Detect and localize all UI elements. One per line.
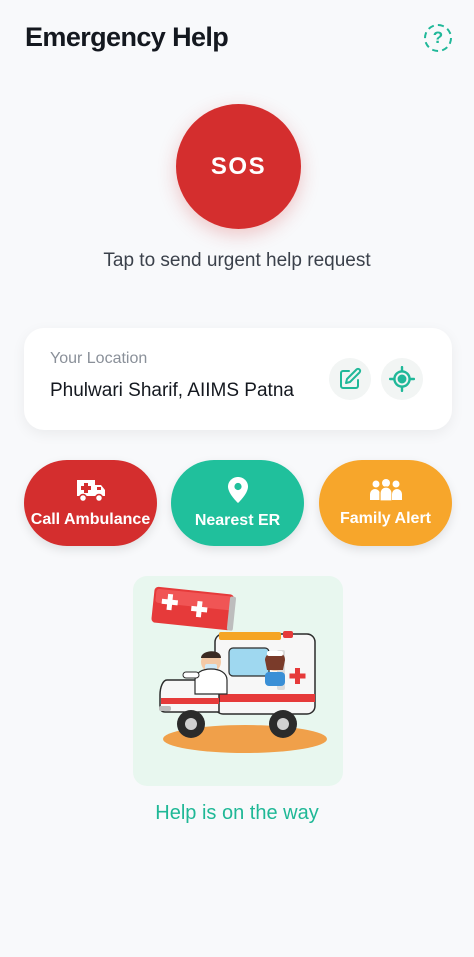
- call-ambulance-button[interactable]: Call Ambulance: [24, 460, 157, 546]
- ambulance-illustration: [133, 576, 343, 786]
- people-group-icon: [369, 479, 402, 502]
- pencil-edit-icon: [340, 367, 362, 389]
- help-on-the-way-caption: Help is on the way: [155, 802, 319, 824]
- location-value: Phulwari Sharif, AIIMS Patna: [50, 380, 294, 401]
- ambulance-icon: [76, 480, 105, 503]
- nearest-er-label: Nearest ER: [194, 512, 281, 529]
- family-alert-label: Family Alert: [340, 510, 431, 527]
- map-pin-icon: [227, 477, 248, 503]
- sos-button[interactable]: SOS: [176, 104, 301, 229]
- page-title: Emergency Help: [25, 22, 229, 52]
- call-ambulance-label: Call Ambulance: [30, 511, 151, 528]
- locate-me-button[interactable]: [381, 358, 423, 400]
- help-button[interactable]: ?: [424, 24, 452, 52]
- edit-location-button[interactable]: [329, 358, 371, 400]
- nearest-er-button[interactable]: Nearest ER: [171, 460, 304, 546]
- sos-caption: Tap to send urgent help request: [103, 250, 371, 271]
- family-alert-button[interactable]: Family Alert: [319, 460, 452, 546]
- location-card: Your Location Phulwari Sharif, AIIMS Pat…: [24, 328, 452, 430]
- sos-label: SOS: [210, 152, 267, 180]
- question-circle-icon: ?: [432, 28, 444, 47]
- ambulance-with-doctor-illustration: [151, 586, 327, 753]
- app-header: Emergency Help ?: [0, 0, 474, 80]
- crosshair-target-icon: [389, 366, 415, 392]
- location-label: Your Location: [50, 350, 148, 367]
